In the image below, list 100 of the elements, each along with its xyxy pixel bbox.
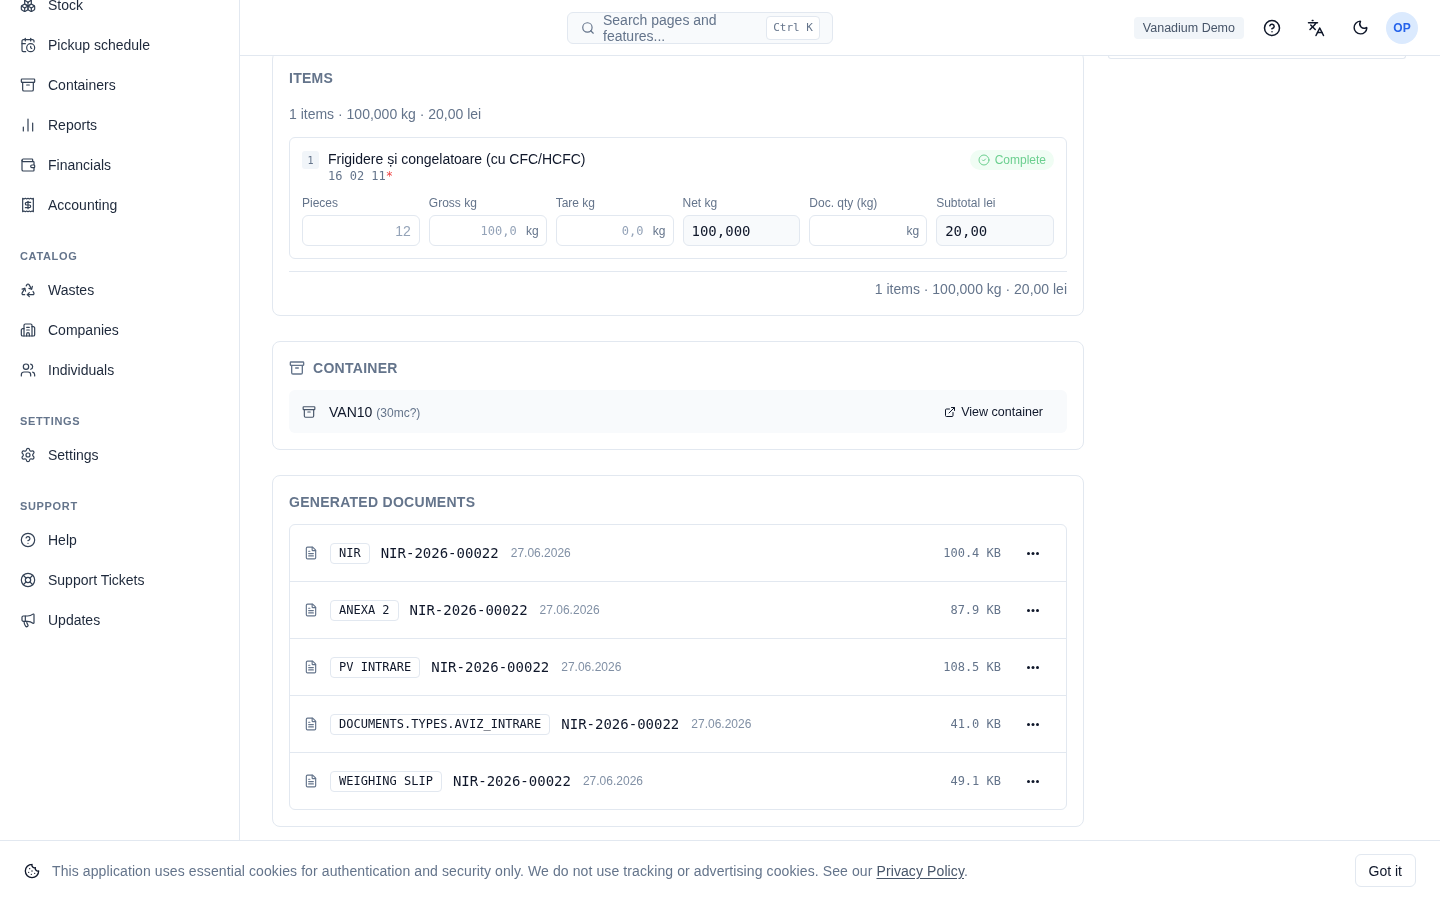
sidebar-item[interactable]: Containers xyxy=(8,65,231,105)
field-label: Doc. qty (kg) xyxy=(809,196,879,210)
building-icon xyxy=(20,322,36,338)
field-label: Subtotal lei xyxy=(936,196,997,210)
document-date: 27.06.2026 xyxy=(539,603,600,617)
more-icon xyxy=(1027,722,1039,726)
items-total: 1 items · 100,000 kg · 20,00 lei xyxy=(873,280,1067,299)
waste-name: Frigidere și congelatoare (cu CFC/HCFC) xyxy=(328,150,586,168)
input-field[interactable] xyxy=(809,215,928,246)
sidebar-item[interactable]: Financials xyxy=(8,145,231,185)
file-icon xyxy=(304,717,318,731)
lifebuoy-icon xyxy=(20,572,36,588)
item-number: 1 xyxy=(302,151,319,169)
archive-icon xyxy=(20,77,36,93)
card-title: CONTAINER xyxy=(313,359,398,378)
user-avatar[interactable]: OP xyxy=(1386,11,1418,44)
more-icon xyxy=(1027,551,1039,555)
document-type-tag: DOCUMENTS.TYPES.AVIZ_INTRARE xyxy=(330,713,551,735)
document-type-tag: ANEXA 2 xyxy=(330,599,399,621)
document-size: 108.5 KB xyxy=(943,660,1001,674)
document-number[interactable]: NIR-2026-00022 xyxy=(380,545,499,561)
section-heading: SUPPORT xyxy=(19,499,79,514)
card-title: GENERATED DOCUMENTS xyxy=(289,493,477,512)
document-date: 27.06.2026 xyxy=(510,546,571,560)
view-container-link[interactable]: View container xyxy=(932,396,1055,427)
recycle-icon xyxy=(20,282,36,298)
sidebar-item[interactable]: Settings xyxy=(8,435,231,475)
section-heading: SETTINGS xyxy=(19,414,82,429)
items-summary: 1 items · 100,000 kg · 20,00 lei xyxy=(289,105,483,124)
unit-label: kg xyxy=(906,223,920,238)
bar-chart-icon xyxy=(20,117,36,133)
document-date: 27.06.2026 xyxy=(561,660,622,674)
sidebar-item[interactable]: Reports xyxy=(8,105,231,145)
container-capacity: (30mc?) xyxy=(376,405,421,420)
card-title: ITEMS xyxy=(289,69,335,88)
field-label: Net kg xyxy=(682,196,719,210)
document-type-tag: WEIGHING SLIP xyxy=(330,770,442,792)
archive-icon xyxy=(289,360,305,376)
document-size: 87.9 KB xyxy=(950,603,1001,617)
section-heading: CATALOG xyxy=(19,249,79,264)
container-name: VAN10 xyxy=(329,403,373,420)
field-label: Tare kg xyxy=(555,196,596,210)
help-icon xyxy=(1263,18,1281,37)
file-icon xyxy=(304,774,318,788)
receipt-icon xyxy=(20,197,36,213)
more-icon xyxy=(1027,779,1039,783)
search-button[interactable]: Search pages and features... Ctrl K xyxy=(567,11,833,44)
document-type-tag: NIR xyxy=(330,542,370,564)
document-number[interactable]: NIR-2026-00022 xyxy=(409,602,528,618)
external-link-icon xyxy=(944,405,957,418)
sidebar-item[interactable]: Accounting xyxy=(8,185,231,225)
sidebar-item[interactable]: Individuals xyxy=(8,350,231,390)
document-date: 27.06.2026 xyxy=(691,717,752,731)
archive-icon xyxy=(302,404,316,419)
more-icon xyxy=(1027,665,1039,669)
calendar-clock-icon xyxy=(20,37,36,53)
boxes-icon xyxy=(20,0,36,13)
cookie-notice: This application uses essential cookies for authentication and security only. We do not use tracking or advertising cookies. See our Privacy Policy. xyxy=(52,862,968,879)
document-size: 49.1 KB xyxy=(950,774,1001,788)
file-icon xyxy=(304,660,318,674)
got-it-button[interactable]: Got it xyxy=(1354,854,1416,887)
sidebar-item[interactable]: Companies xyxy=(8,310,231,350)
sidebar-item[interactable]: Wastes xyxy=(8,270,231,310)
translate-icon xyxy=(1307,18,1325,37)
settings-icon xyxy=(20,447,36,463)
sidebar-item[interactable]: Updates xyxy=(8,600,231,640)
megaphone-icon xyxy=(20,612,36,628)
document-number[interactable]: NIR-2026-00022 xyxy=(452,773,571,789)
input-field[interactable]: 12 xyxy=(302,215,420,246)
document-size: 41.0 KB xyxy=(950,717,1001,731)
wallet-icon xyxy=(20,157,36,173)
document-date: 27.06.2026 xyxy=(582,774,643,788)
document-number[interactable]: NIR-2026-00022 xyxy=(431,659,550,675)
document-number[interactable]: NIR-2026-00022 xyxy=(561,716,680,732)
status-label: Complete xyxy=(994,153,1046,167)
users-icon xyxy=(20,362,36,378)
waste-code: 16 02 11* xyxy=(328,168,395,184)
document-type-tag: PV INTRARE xyxy=(330,656,421,678)
sidebar-item[interactable]: Stock xyxy=(8,0,231,25)
unit-label: kg xyxy=(525,223,539,238)
shortcut-hint: Ctrl K xyxy=(766,15,820,40)
search-icon xyxy=(581,20,595,35)
privacy-policy-link[interactable]: Privacy Policy xyxy=(876,862,964,879)
sidebar-item[interactable]: Help xyxy=(8,520,231,560)
readonly-field[interactable]: 20,00 xyxy=(936,215,1054,246)
moon-icon xyxy=(1351,19,1369,36)
unit-label: kg xyxy=(652,223,666,238)
file-icon xyxy=(304,603,318,617)
check-circle-icon xyxy=(977,154,990,166)
workspace-label: Vanadium Demo xyxy=(1133,16,1244,39)
field-label: Pieces xyxy=(302,196,340,210)
field-label: Gross kg xyxy=(428,196,478,210)
document-size: 100.4 KB xyxy=(943,546,1001,560)
sidebar-item[interactable]: Pickup schedule xyxy=(8,25,231,65)
cookie-icon xyxy=(24,862,40,879)
readonly-field[interactable]: 100,000 xyxy=(682,215,801,246)
sidebar-item[interactable]: Support Tickets xyxy=(8,560,231,600)
help-icon xyxy=(20,532,36,548)
file-icon xyxy=(304,546,318,560)
more-icon xyxy=(1027,608,1039,612)
